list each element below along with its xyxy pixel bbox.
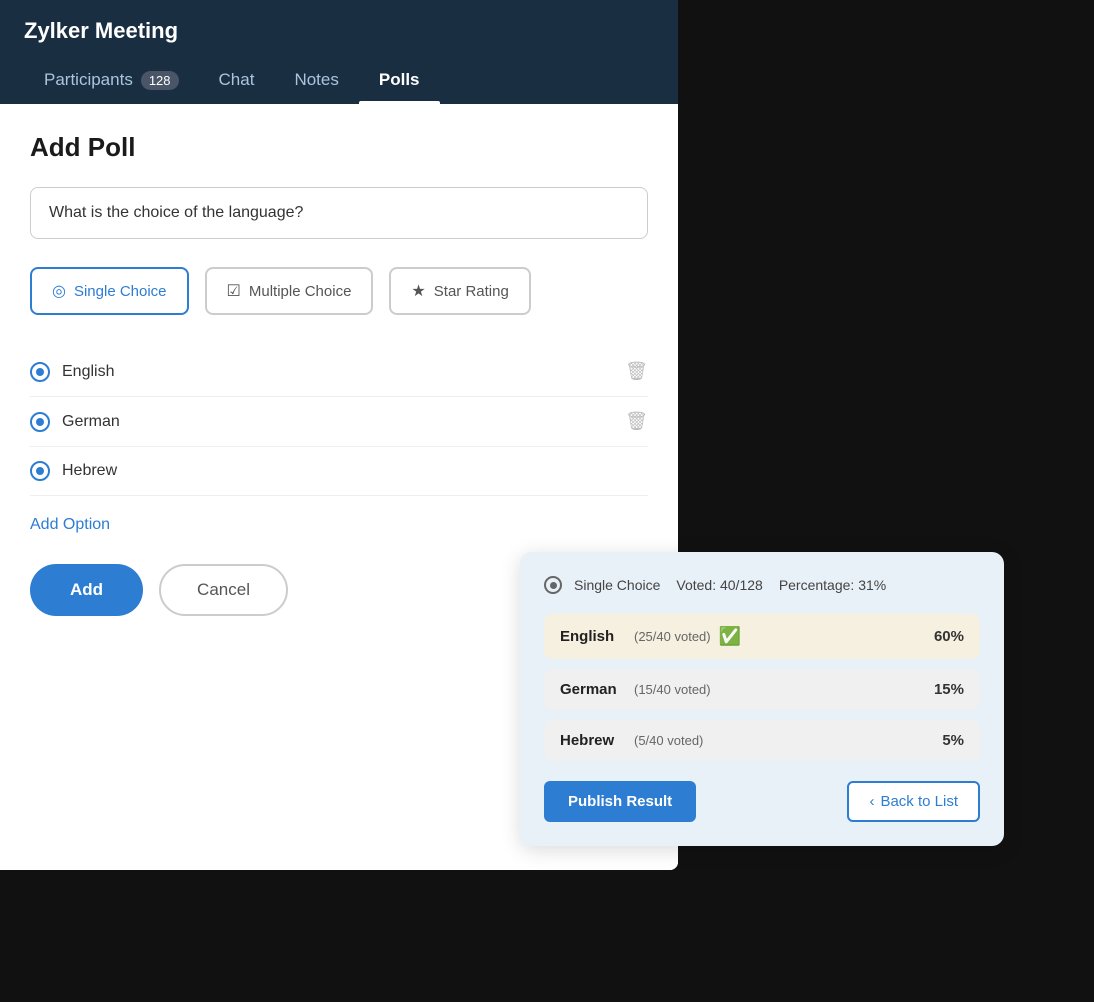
tab-bar: Participants 128 Chat Notes Polls: [24, 60, 654, 104]
page-title: Add Poll: [30, 132, 648, 163]
results-radio-icon: [544, 576, 562, 594]
result-percent-hebrew: 5%: [942, 732, 964, 749]
result-bar-english: English (25/40 voted) ✅ 60%: [544, 614, 980, 659]
radio-icon-english: [30, 362, 50, 382]
back-chevron-icon: ‹: [869, 793, 874, 810]
back-to-list-button[interactable]: ‹ Back to List: [847, 781, 980, 822]
result-bar-german: German (15/40 voted) 15%: [544, 669, 980, 710]
results-voted: Voted: 40/128: [676, 577, 762, 593]
tab-polls[interactable]: Polls: [359, 60, 440, 104]
result-label-hebrew: Hebrew: [560, 732, 630, 749]
results-footer: Publish Result ‹ Back to List: [544, 781, 980, 822]
add-poll-button[interactable]: Add: [30, 564, 143, 616]
delete-english-icon[interactable]: 🗑: [625, 361, 648, 382]
result-row-english: English (25/40 voted) ✅ 60%: [544, 614, 980, 659]
option-german: German: [62, 413, 613, 431]
result-bar-hebrew: Hebrew (5/40 voted) 5%: [544, 720, 980, 761]
single-choice-icon: ◎: [52, 281, 66, 301]
result-votes-hebrew: (5/40 voted): [634, 733, 703, 748]
result-percent-english: 60%: [934, 628, 964, 645]
result-label-english: English: [560, 628, 630, 645]
star-rating-label: Star Rating: [434, 283, 509, 300]
add-option-link[interactable]: Add Option: [30, 516, 648, 534]
tab-polls-label: Polls: [379, 70, 420, 90]
question-input[interactable]: [30, 187, 648, 239]
radio-icon-german: [30, 412, 50, 432]
type-single-choice[interactable]: ◎ Single Choice: [30, 267, 189, 315]
meeting-title: Zylker Meeting: [24, 18, 654, 44]
option-row: Hebrew: [30, 447, 648, 496]
result-row-hebrew: Hebrew (5/40 voted) 5%: [544, 720, 980, 761]
result-percent-german: 15%: [934, 681, 964, 698]
participants-badge: 128: [141, 71, 179, 90]
option-row: English 🗑: [30, 347, 648, 397]
result-votes-english: (25/40 voted): [634, 629, 711, 644]
option-english: English: [62, 363, 613, 381]
type-star-rating[interactable]: ★ Star Rating: [389, 267, 530, 315]
tab-notes-label: Notes: [294, 70, 338, 90]
result-votes-german: (15/40 voted): [634, 682, 711, 697]
type-multiple-choice[interactable]: ☑ Multiple Choice: [205, 267, 374, 315]
radio-icon-hebrew: [30, 461, 50, 481]
publish-result-button[interactable]: Publish Result: [544, 781, 696, 822]
winner-check-icon: ✅: [719, 626, 741, 647]
tab-chat[interactable]: Chat: [199, 60, 275, 104]
results-panel: Single Choice Voted: 40/128 Percentage: …: [520, 552, 1004, 846]
header: Zylker Meeting Participants 128 Chat Not…: [0, 0, 678, 104]
star-rating-icon: ★: [411, 281, 425, 301]
results-type-label: Single Choice: [574, 577, 660, 593]
option-row: German 🗑: [30, 397, 648, 447]
delete-german-icon[interactable]: 🗑: [625, 411, 648, 432]
results-meta: Single Choice Voted: 40/128 Percentage: …: [574, 577, 980, 593]
result-label-german: German: [560, 681, 630, 698]
results-percentage: Percentage: 31%: [779, 577, 886, 593]
tab-chat-label: Chat: [219, 70, 255, 90]
tab-notes[interactable]: Notes: [274, 60, 358, 104]
options-list: English 🗑 German 🗑 Hebrew: [30, 347, 648, 496]
back-to-list-label: Back to List: [880, 793, 958, 810]
option-hebrew: Hebrew: [62, 462, 648, 480]
results-header: Single Choice Voted: 40/128 Percentage: …: [544, 576, 980, 594]
multiple-choice-icon: ☑: [227, 281, 241, 301]
tab-participants[interactable]: Participants 128: [24, 60, 199, 104]
cancel-button[interactable]: Cancel: [159, 564, 288, 616]
multiple-choice-label: Multiple Choice: [249, 283, 352, 300]
type-selector: ◎ Single Choice ☑ Multiple Choice ★ Star…: [30, 267, 648, 315]
tab-participants-label: Participants: [44, 70, 133, 90]
single-choice-label: Single Choice: [74, 283, 167, 300]
result-row-german: German (15/40 voted) 15%: [544, 669, 980, 710]
